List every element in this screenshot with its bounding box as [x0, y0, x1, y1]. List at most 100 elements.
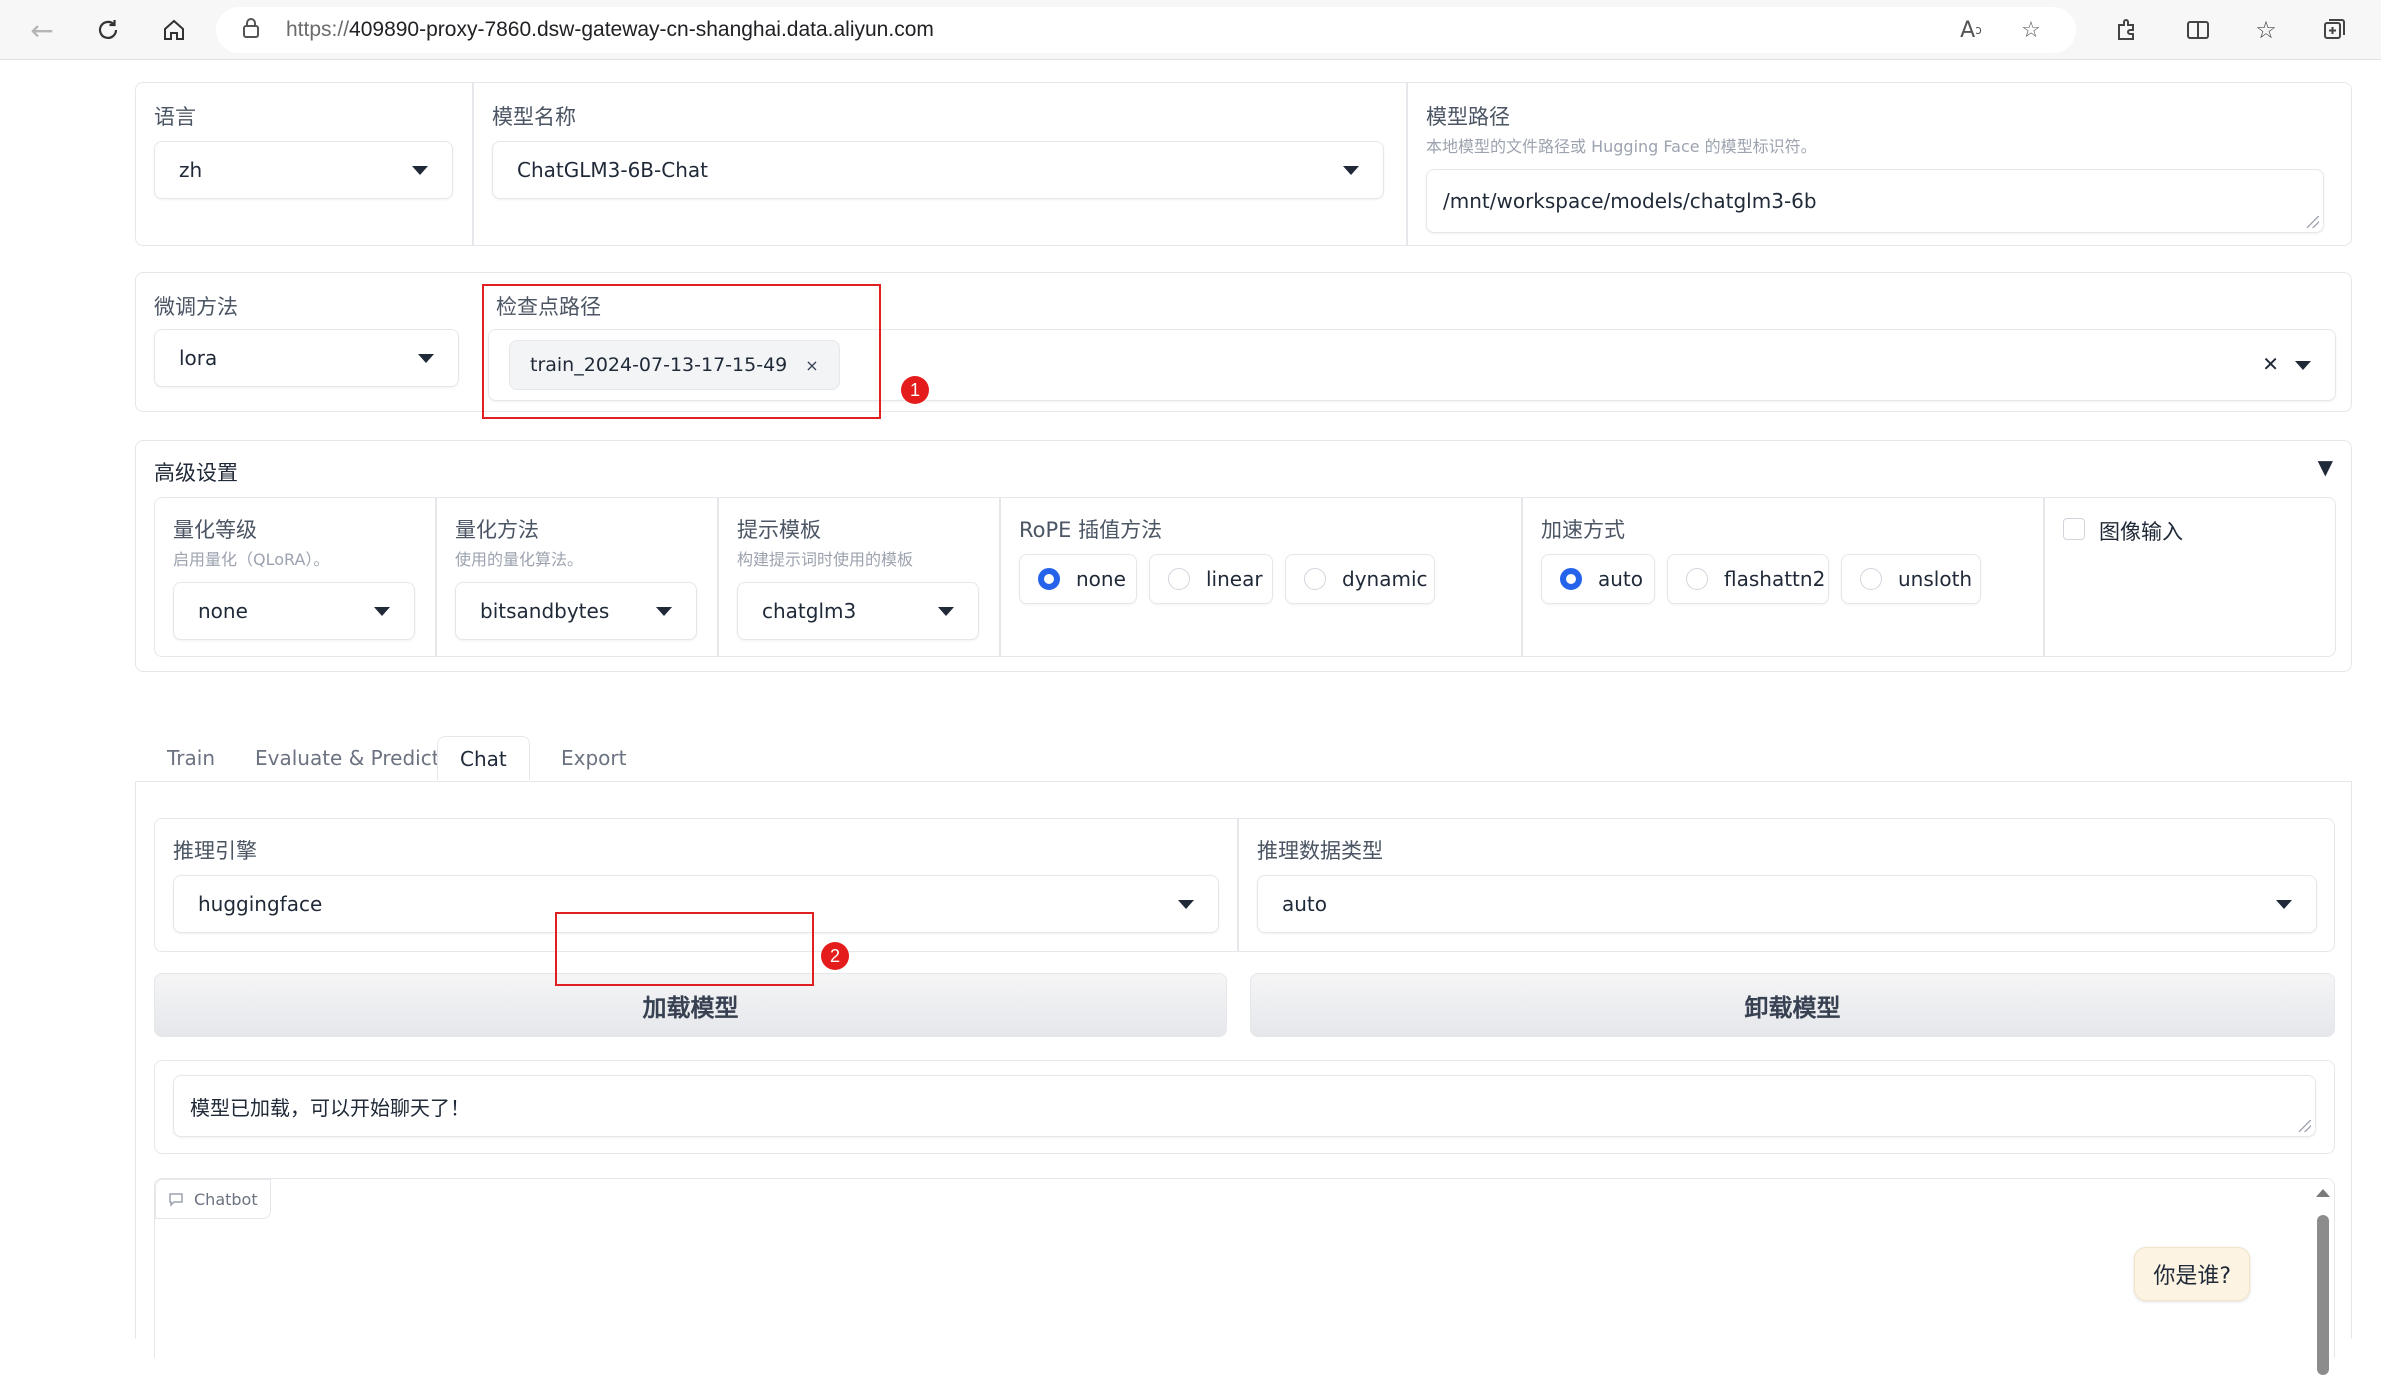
language-dropdown[interactable]: zh: [154, 141, 453, 199]
lock-icon: [242, 17, 266, 44]
radio-selected-icon: [1560, 568, 1582, 590]
booster-option-unsloth[interactable]: unsloth: [1841, 554, 1981, 604]
language-field: 语言 zh: [136, 83, 472, 245]
finetune-method-dropdown[interactable]: lora: [154, 329, 459, 387]
advanced-settings-accordion: 高级设置 ▼ 量化等级 启用量化（QLoRA）。 none 量化方法 使用的量化…: [135, 440, 2352, 672]
quant-method-value: bitsandbytes: [480, 599, 610, 623]
model-path-field: 模型路径 本地模型的文件路径或 Hugging Face 的模型标识符。 /mn…: [1408, 83, 2352, 245]
radio-unselected-icon: [1686, 568, 1708, 590]
inference-settings-row: 推理引擎 huggingface 推理数据类型 auto: [154, 818, 2335, 952]
chevron-down-icon: [412, 166, 428, 175]
model-name-value: ChatGLM3-6B-Chat: [517, 158, 708, 182]
quant-method-info: 使用的量化算法。: [455, 550, 584, 569]
finetune-method-label: 微调方法: [154, 295, 238, 319]
split-screen-icon[interactable]: [2180, 12, 2216, 48]
rope-scaling-field: RoPE 插值方法 none linear dynamic: [1001, 498, 1521, 656]
quant-method-field: 量化方法 使用的量化算法。 bitsandbytes: [437, 498, 717, 656]
booster-option-auto[interactable]: auto: [1541, 554, 1655, 604]
annotation-box-load-model: [555, 912, 814, 986]
quant-bit-info: 启用量化（QLoRA）。: [173, 550, 330, 569]
quant-method-label: 量化方法: [455, 518, 539, 542]
tab-chat[interactable]: Chat: [437, 736, 530, 780]
home-icon[interactable]: [154, 10, 194, 50]
annotation-box-checkpoint: [482, 284, 881, 419]
rope-option-label: linear: [1206, 567, 1263, 591]
template-dropdown[interactable]: chatglm3: [737, 582, 979, 640]
rope-option-linear[interactable]: linear: [1149, 554, 1273, 604]
booster-field: 加速方式 auto flashattn2 unsloth: [1523, 498, 2043, 656]
refresh-icon[interactable]: [88, 10, 128, 50]
user-message-bubble: 你是谁?: [2134, 1247, 2250, 1301]
rope-option-dynamic[interactable]: dynamic: [1285, 554, 1435, 604]
info-box[interactable]: 模型已加载，可以开始聊天了！: [173, 1075, 2316, 1137]
user-message-text: 你是谁?: [2153, 1264, 2231, 1289]
info-box-container: 模型已加载，可以开始聊天了！: [154, 1060, 2335, 1154]
tab-export[interactable]: Export: [561, 736, 626, 780]
radio-unselected-icon: [1304, 568, 1326, 590]
booster-option-flashattn2[interactable]: flashattn2: [1667, 554, 1829, 604]
rope-scaling-label: RoPE 插值方法: [1019, 518, 1163, 542]
chevron-down-icon: [2276, 900, 2292, 909]
rope-option-label: dynamic: [1342, 567, 1428, 591]
chevron-down-icon: [418, 354, 434, 363]
read-aloud-icon[interactable]: Aↄ: [1956, 15, 1986, 45]
infer-dtype-value: auto: [1282, 892, 1328, 916]
rope-option-none[interactable]: none: [1019, 554, 1137, 604]
unload-model-button[interactable]: 卸载模型: [1250, 973, 2335, 1037]
chatbot-label: Chatbot: [194, 1189, 258, 1209]
chevron-down-icon: [374, 607, 390, 616]
finetune-method-field: 微调方法 lora: [136, 273, 466, 411]
infer-dtype-field: 推理数据类型 auto: [1239, 819, 2335, 951]
model-name-dropdown[interactable]: ChatGLM3-6B-Chat: [492, 141, 1384, 199]
address-bar[interactable]: https://409890-proxy-7860.dsw-gateway-cn…: [216, 7, 2076, 53]
browser-toolbar: ← https://409890-proxy-7860.dsw-gateway-…: [0, 0, 2381, 60]
template-field: 提示模板 构建提示词时使用的模板 chatglm3: [719, 498, 999, 656]
quant-bit-label: 量化等级: [173, 518, 257, 542]
favorites-icon[interactable]: ☆: [2248, 12, 2284, 48]
clear-icon[interactable]: ✕: [2262, 352, 2279, 376]
tab-train[interactable]: Train: [167, 736, 215, 780]
resize-handle-icon[interactable]: [2299, 1120, 2311, 1132]
chatbot-scrollbar[interactable]: [2316, 1179, 2330, 1375]
advanced-settings-grid: 量化等级 启用量化（QLoRA）。 none 量化方法 使用的量化算法。 bit…: [154, 497, 2336, 657]
rope-option-label: none: [1076, 567, 1126, 591]
chevron-down-icon: [656, 607, 672, 616]
top-settings-row: 语言 zh 模型名称 ChatGLM3-6B-Chat 模型路径 本地模型的文件…: [135, 82, 2352, 246]
model-path-info: 本地模型的文件路径或 Hugging Face 的模型标识符。: [1426, 137, 1817, 156]
chevron-down-icon: [1178, 900, 1194, 909]
quant-bit-dropdown[interactable]: none: [173, 582, 415, 640]
chevron-down-icon: [2295, 361, 2311, 370]
advanced-settings-title[interactable]: 高级设置: [154, 457, 238, 487]
template-info: 构建提示词时使用的模板: [737, 550, 914, 569]
collapse-triangle-icon[interactable]: ▼: [2318, 455, 2333, 479]
model-path-input[interactable]: /mnt/workspace/models/chatglm3-6b: [1426, 169, 2324, 233]
visual-inputs-checkbox[interactable]: [2063, 518, 2085, 540]
model-name-field: 模型名称 ChatGLM3-6B-Chat: [474, 83, 1404, 245]
radio-unselected-icon: [1168, 568, 1190, 590]
scroll-up-arrow-icon[interactable]: [2316, 1189, 2330, 1197]
finetune-row: 微调方法 lora 检查点路径 train_2024-07-13-17-15-4…: [135, 272, 2352, 412]
resize-handle-icon[interactable]: [2307, 216, 2319, 228]
visual-inputs-field: 图像输入: [2045, 498, 2335, 656]
favorite-star-icon[interactable]: ☆: [2016, 15, 2046, 45]
extensions-icon[interactable]: [2108, 12, 2144, 48]
annotation-badge-1: 1: [901, 376, 929, 404]
back-arrow-icon[interactable]: ←: [22, 10, 62, 50]
radio-unselected-icon: [1860, 568, 1882, 590]
chat-tab-panel: 推理引擎 huggingface 推理数据类型 auto 加载模型 卸载模型 模…: [135, 782, 2352, 1375]
page-content: 语言 zh 模型名称 ChatGLM3-6B-Chat 模型路径 本地模型的文件…: [8, 60, 2373, 1375]
chevron-down-icon: [1343, 166, 1359, 175]
quant-method-dropdown[interactable]: bitsandbytes: [455, 582, 697, 640]
tab-bar: Train Evaluate & Predict Chat Export: [135, 736, 2352, 782]
collections-icon[interactable]: [2316, 12, 2352, 48]
language-label: 语言: [154, 105, 196, 129]
tab-evaluate[interactable]: Evaluate & Predict: [255, 736, 440, 780]
language-value: zh: [179, 158, 203, 182]
template-label: 提示模板: [737, 518, 821, 542]
scrollbar-thumb[interactable]: [2317, 1215, 2329, 1375]
finetune-method-value: lora: [179, 346, 218, 370]
infer-backend-value: huggingface: [198, 892, 323, 916]
infer-dtype-dropdown[interactable]: auto: [1257, 875, 2317, 933]
booster-option-label: unsloth: [1898, 567, 1973, 591]
booster-option-label: auto: [1598, 567, 1644, 591]
